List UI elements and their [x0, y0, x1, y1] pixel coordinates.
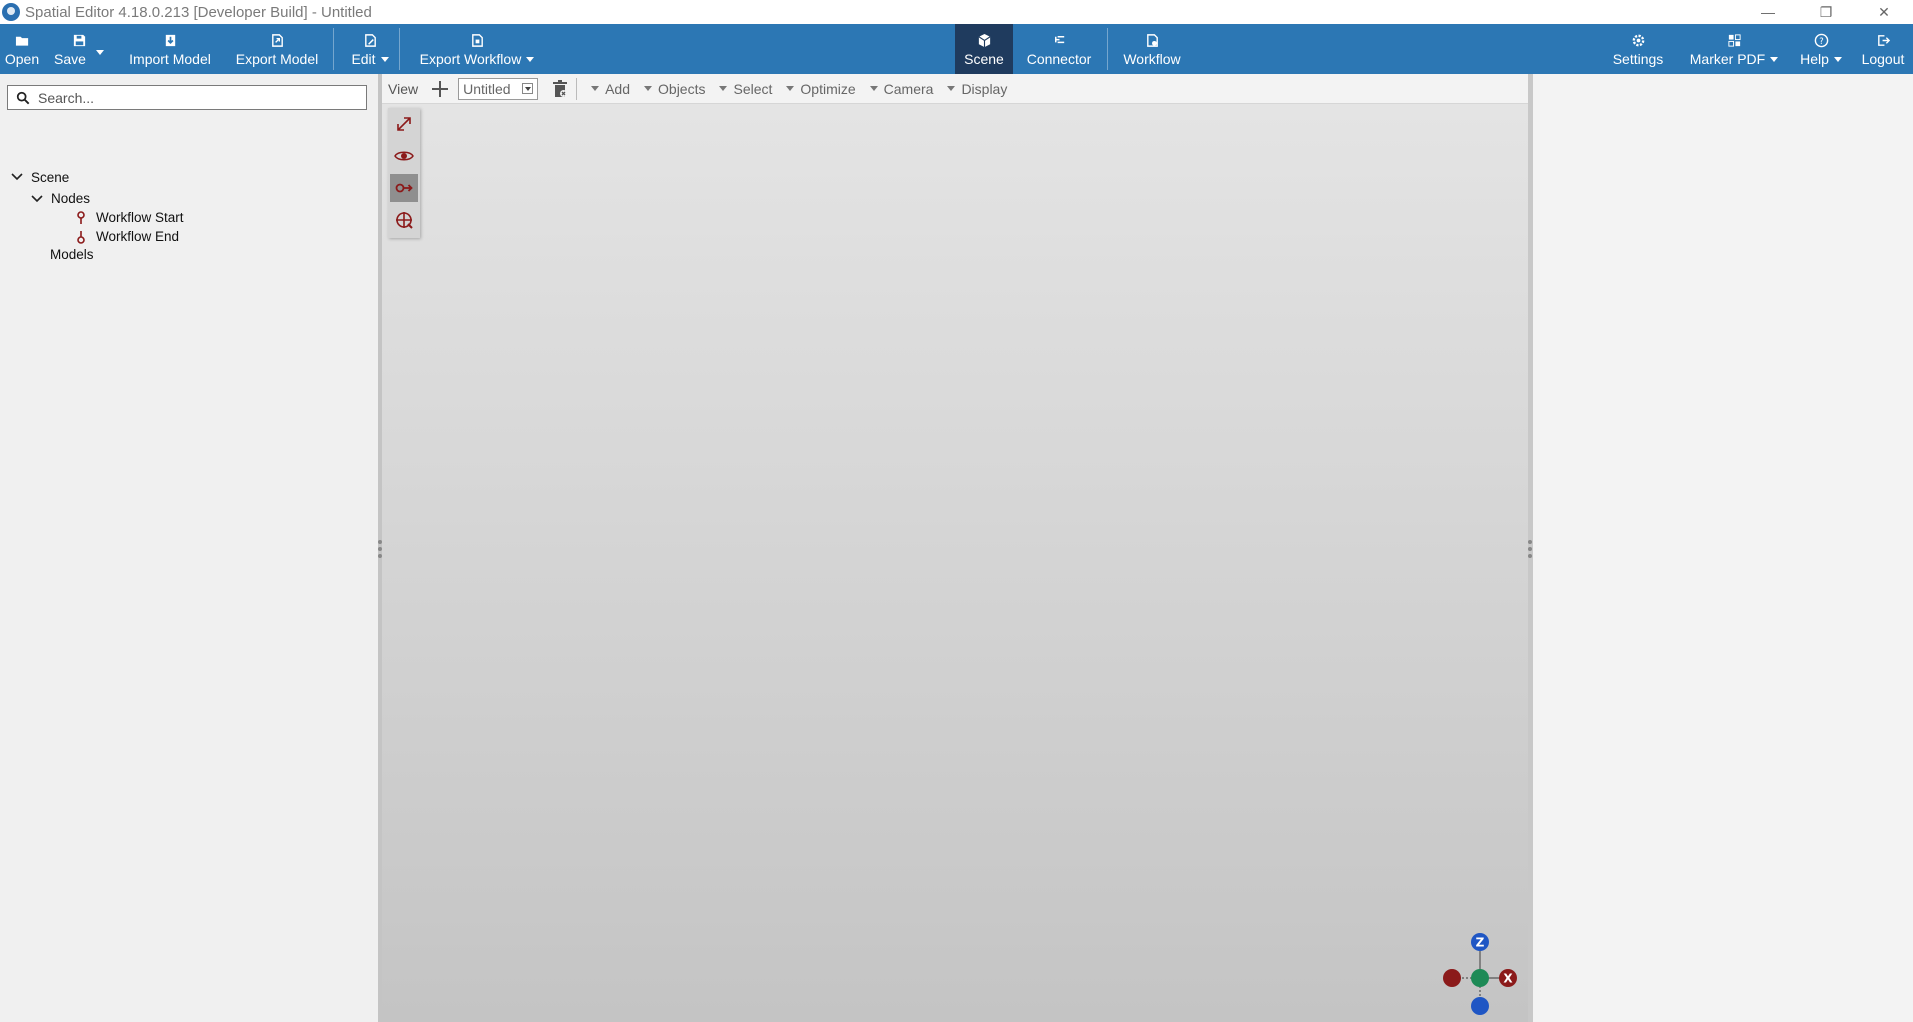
properties-panel [1533, 74, 1913, 1022]
axis-neg-x-handle[interactable] [1443, 969, 1461, 987]
3d-viewport[interactable] [382, 104, 1528, 1022]
search-input[interactable] [38, 89, 358, 106]
connector-node-icon [395, 183, 413, 193]
tab-scene[interactable]: Scene [955, 24, 1013, 74]
logout-button[interactable]: Logout [1856, 24, 1910, 74]
move-crosshair-icon [396, 212, 413, 229]
splitter-grip [1528, 540, 1532, 544]
chevron-down-icon [644, 86, 653, 91]
search-icon [16, 91, 30, 104]
axis-x-label: X [1503, 972, 1513, 986]
dropdown-arrow-icon [522, 83, 534, 94]
ribbon-separator [399, 28, 400, 70]
window-title: Spatial Editor 4.18.0.213 [Developer Bui… [25, 3, 372, 21]
chevron-down-icon [1833, 56, 1842, 62]
chevron-down-icon[interactable] [31, 193, 43, 205]
save-disk-icon [73, 34, 85, 47]
workflow-end-node-icon [77, 230, 85, 244]
chevron-down-icon [719, 86, 728, 91]
workflow-start-node-icon [77, 210, 85, 224]
select-menu[interactable]: Select [719, 81, 772, 97]
window-controls: — ❐ ✕ [1739, 0, 1913, 24]
axis-y-handle[interactable] [1471, 969, 1489, 987]
objects-menu[interactable]: Objects [644, 81, 705, 97]
export-workflow-icon [471, 34, 483, 47]
chevron-down-icon [786, 86, 795, 91]
chevron-down-icon [380, 56, 389, 62]
ribbon-separator [333, 28, 334, 70]
tree-item-models[interactable]: Models [50, 247, 94, 262]
camera-menu[interactable]: Camera [869, 81, 933, 97]
toolbar-separator [576, 77, 578, 100]
search-box [7, 85, 367, 110]
title-bar: Spatial Editor 4.18.0.213 [Developer Bui… [0, 0, 1913, 24]
settings-button[interactable]: Settings [1604, 24, 1672, 74]
view-label: View [388, 80, 419, 97]
tree-item-scene[interactable]: Scene [11, 170, 69, 185]
eye-icon [394, 151, 414, 161]
help-button[interactable]: ? Help [1796, 24, 1846, 74]
ribbon-separator [1107, 28, 1108, 70]
connector-plug-icon [1054, 36, 1064, 44]
tree-item-workflow-end[interactable]: Workflow End [76, 229, 179, 244]
chevron-down-icon [526, 56, 535, 62]
gear-icon [1632, 34, 1644, 47]
app-logo-icon [2, 3, 20, 21]
connect-tool-button[interactable] [390, 174, 418, 202]
add-view-icon[interactable] [432, 80, 449, 97]
close-button[interactable]: ✕ [1855, 0, 1913, 24]
marker-pdf-button[interactable]: Marker PDF [1688, 24, 1780, 74]
delete-view-icon[interactable] [552, 79, 568, 98]
optimize-menu[interactable]: Optimize [786, 81, 856, 97]
marker-pdf-icon [1727, 34, 1741, 47]
chevron-down-icon [869, 86, 878, 91]
chevron-down-icon [1770, 56, 1779, 62]
tab-connector[interactable]: Connector [1013, 24, 1105, 74]
chevron-down-icon[interactable] [11, 171, 23, 183]
help-question-icon: ? [1814, 33, 1828, 48]
splitter-grip [1528, 547, 1532, 551]
import-model-icon [165, 34, 175, 47]
edit-document-icon [364, 34, 376, 47]
cube-scene-icon [978, 33, 990, 48]
export-model-button[interactable]: Export Model [230, 24, 324, 74]
open-button[interactable]: Open [0, 24, 44, 74]
display-menu[interactable]: Display [947, 81, 1007, 97]
axis-gizmo[interactable]: X Z [1430, 932, 1520, 1022]
tab-workflow[interactable]: Workflow [1112, 24, 1192, 74]
workflow-document-icon [1146, 34, 1158, 47]
export-workflow-button[interactable]: Export Workflow [410, 24, 544, 74]
viewport-toolbar: View Untitled Add Objects Select Optimiz… [382, 74, 1528, 104]
folder-open-icon [15, 36, 28, 46]
restore-button[interactable]: ❐ [1797, 0, 1855, 24]
edit-menu-button[interactable]: Edit [344, 24, 396, 74]
expand-arrows-icon [397, 117, 411, 131]
fit-view-button[interactable] [390, 110, 418, 138]
splitter-grip [1528, 554, 1532, 558]
axis-neg-z-handle[interactable] [1471, 997, 1489, 1015]
minimize-button[interactable]: — [1739, 0, 1797, 24]
save-dropdown-caret-icon[interactable] [95, 49, 104, 55]
axis-z-label: Z [1476, 936, 1485, 950]
save-button[interactable]: Save [50, 24, 108, 74]
import-model-button[interactable]: Import Model [124, 24, 216, 74]
tree-item-workflow-start[interactable]: Workflow Start [76, 210, 184, 225]
tree-item-nodes[interactable]: Nodes [31, 191, 90, 206]
view-select[interactable]: Untitled [458, 77, 539, 100]
ribbon-toolbar: Open Save Import Model Export Model Edit… [0, 24, 1913, 74]
chevron-down-icon [591, 86, 600, 91]
visibility-button[interactable] [390, 142, 418, 170]
svg-text:?: ? [1819, 36, 1823, 46]
logout-icon [1877, 35, 1890, 46]
chevron-down-icon [947, 86, 956, 91]
viewport-tool-strip [388, 108, 420, 238]
add-menu[interactable]: Add [591, 81, 630, 97]
export-model-icon [271, 34, 283, 47]
transform-tool-button[interactable] [390, 206, 418, 234]
scene-tree-panel: Scene Nodes Workflow Start Workflow End … [0, 74, 378, 1022]
